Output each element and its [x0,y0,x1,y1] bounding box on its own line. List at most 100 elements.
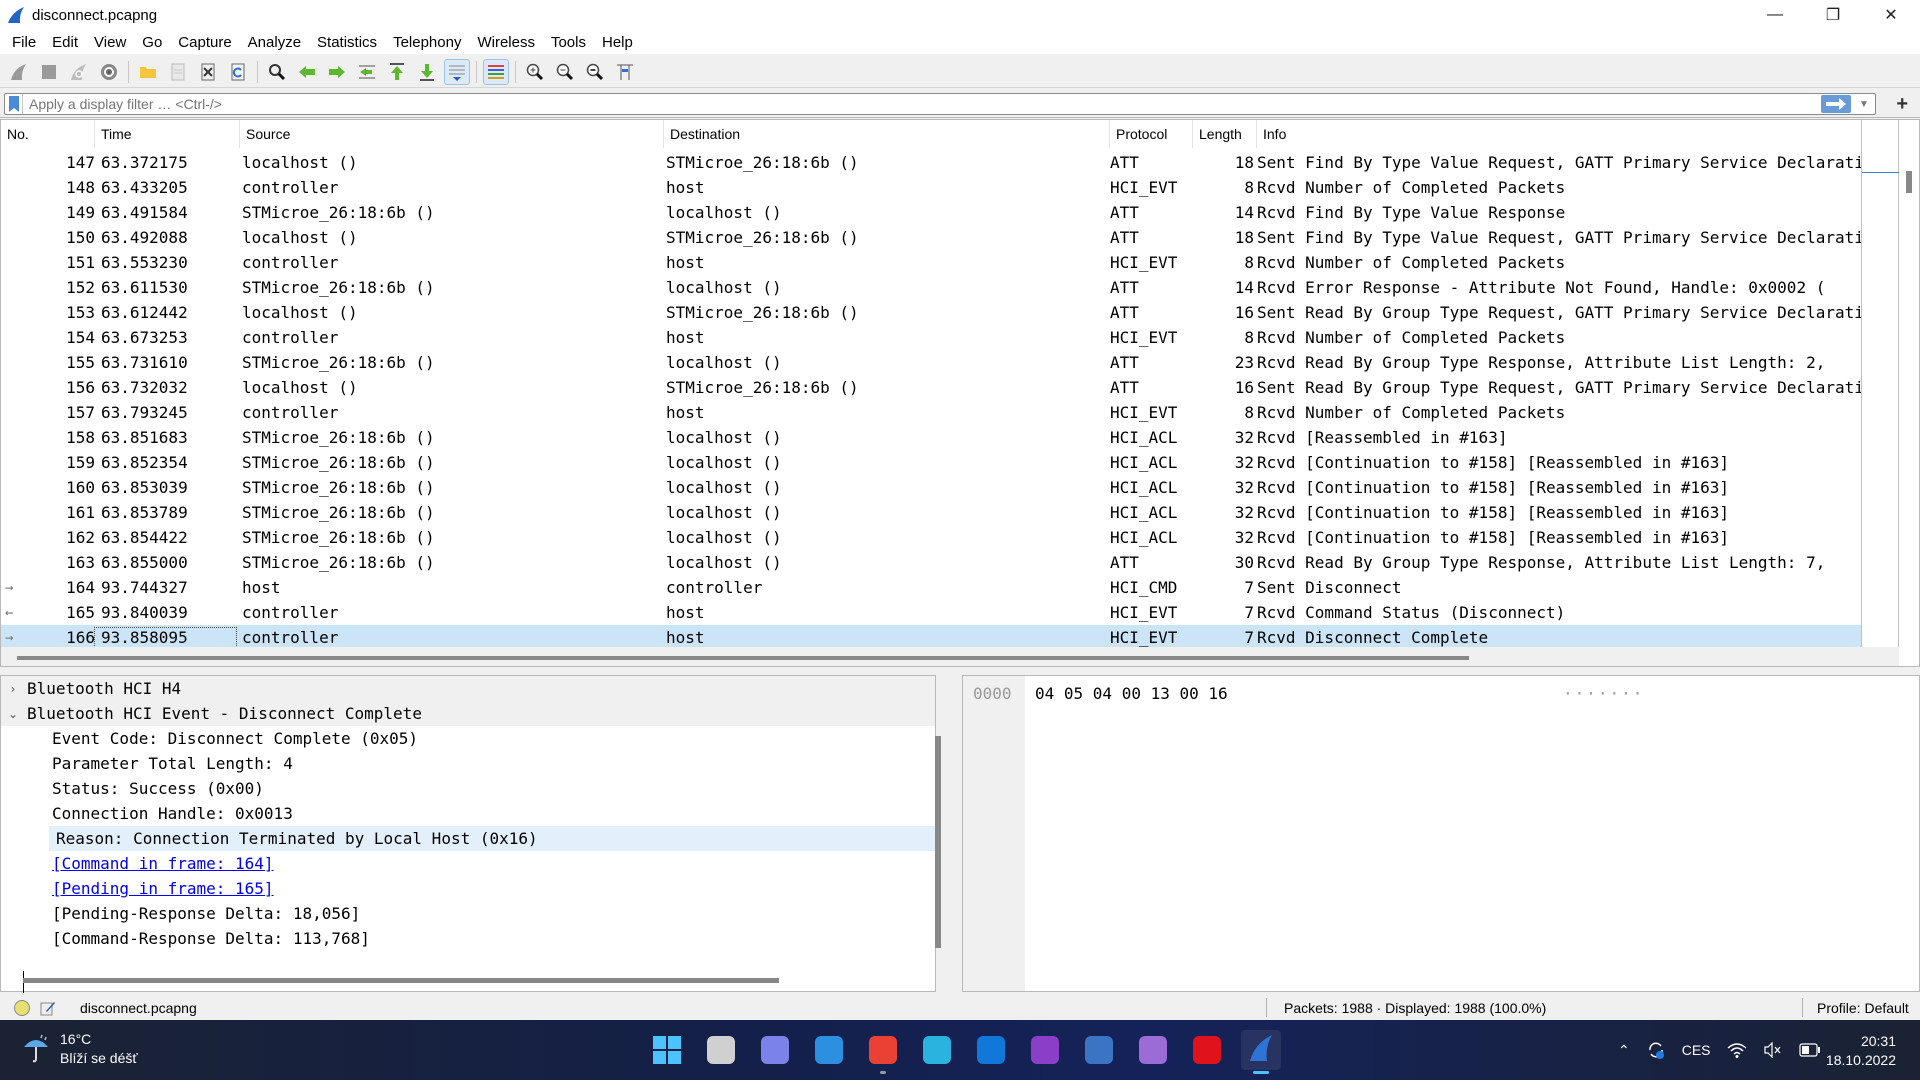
close-file-button[interactable] [195,59,221,85]
menu-wireless[interactable]: Wireless [469,34,543,51]
minimize-button[interactable]: — [1746,0,1804,30]
column-header-length[interactable]: Length [1193,120,1257,148]
go-first-packet-button[interactable] [384,59,410,85]
maximize-button[interactable]: ❐ [1804,0,1862,30]
weather-widget[interactable]: 16°C Blíží se déšť [22,1030,138,1068]
details-horizontal-scrollbar[interactable] [23,978,779,983]
tree-item-parameter-total-length[interactable]: Parameter Total Length: 4 [1,751,935,776]
zoom-in-button[interactable] [522,59,548,85]
packet-row[interactable]: 147 63.372175 localhost () STMicroe_26:18:6… [1,150,1861,175]
remote-desktop-taskbar-button[interactable] [917,1030,957,1070]
chrome-taskbar-button[interactable] [863,1030,903,1074]
packet-row[interactable]: 153 63.612442 localhost () STMicroe_26:18:6… [1,300,1861,325]
tree-item-status[interactable]: Status: Success (0x00) [1,776,935,801]
packet-minimap[interactable] [1861,120,1900,647]
packet-row[interactable]: 160 63.853039 STMicroe_26:18:6b () localhos… [1,475,1861,500]
scrollbar-thumb[interactable] [17,656,1469,660]
start-taskbar-button[interactable] [647,1030,687,1070]
reload-file-button[interactable] [225,59,251,85]
tree-item-connection-handle[interactable]: Connection Handle: 0x0013 [1,801,935,826]
open-file-button[interactable] [135,59,161,85]
display-filter-input[interactable] [23,96,1821,112]
column-header-source[interactable]: Source [240,120,664,148]
packet-row[interactable]: 157 63.793245 controller host HCI_EVT 8 Rcvd N… [1,400,1861,425]
tree-item-bluetooth-hci-event[interactable]: ⌄ Bluetooth HCI Event - Disconnect Compl… [1,701,935,726]
restart-capture-button[interactable] [66,59,92,85]
column-header-info[interactable]: Info [1257,120,1861,148]
menu-help[interactable]: Help [594,34,641,51]
volume-button[interactable] [1763,1042,1783,1058]
chevron-down-icon[interactable]: ⌄ [5,707,21,721]
capture-options-button[interactable] [96,59,122,85]
go-to-packet-button[interactable] [354,59,380,85]
onenote-taskbar-button[interactable] [1025,1030,1065,1070]
normal-size-button[interactable] [582,59,608,85]
wifi-button[interactable] [1727,1042,1747,1058]
tree-item-pending-in-frame[interactable]: [Pending in frame: 165] [1,876,935,901]
packet-row[interactable]: ← 165 93.840039 controller host HCI_EVT 7 Rcvd … [1,600,1861,625]
apply-filter-button[interactable] [1821,95,1851,113]
battery-button[interactable] [1798,1043,1821,1057]
packet-row[interactable]: 163 63.855000 STMicroe_26:18:6b () localhos… [1,550,1861,575]
task-view-taskbar-button[interactable] [701,1030,741,1070]
packet-row[interactable]: 155 63.731610 STMicroe_26:18:6b () localhos… [1,350,1861,375]
packet-row[interactable]: 156 63.732032 localhost () STMicroe_26:18:6… [1,375,1861,400]
menu-edit[interactable]: Edit [44,34,86,51]
pending-frame-link[interactable]: [Pending in frame: 165] [52,879,274,898]
menu-view[interactable]: View [86,34,134,51]
go-last-packet-button[interactable] [414,59,440,85]
resize-columns-button[interactable] [612,59,638,85]
close-button[interactable]: ✕ [1862,0,1920,30]
expert-info-indicator[interactable] [14,999,30,1016]
colorize-button[interactable] [483,58,509,85]
packet-row[interactable]: 161 63.853789 STMicroe_26:18:6b () localhos… [1,500,1861,525]
find-packet-button[interactable] [264,59,290,85]
status-profile[interactable]: Profile: Default [1817,1000,1909,1016]
packet-row[interactable]: 159 63.852354 STMicroe_26:18:6b () localhos… [1,450,1861,475]
packet-row[interactable]: 149 63.491584 STMicroe_26:18:6b () localhos… [1,200,1861,225]
packet-row[interactable]: 148 63.433205 controller host HCI_EVT 8 Rcvd N… [1,175,1861,200]
capture-comment-icon[interactable] [40,1000,56,1016]
opera-taskbar-button[interactable] [1187,1030,1227,1070]
zoom-out-button[interactable] [552,59,578,85]
command-frame-link[interactable]: [Command in frame: 164] [52,854,274,873]
packet-row[interactable]: 151 63.553230 controller host HCI_EVT 8 Rcvd N… [1,250,1861,275]
filter-history-dropdown[interactable]: ▼ [1857,99,1871,110]
column-header-time[interactable]: Time [95,120,240,148]
teams-chat-taskbar-button[interactable] [755,1030,795,1070]
packet-row[interactable]: 158 63.851683 STMicroe_26:18:6b () localhos… [1,425,1861,450]
go-back-button[interactable] [294,59,320,85]
powershell-taskbar-button[interactable] [1079,1030,1119,1070]
tree-item-command-response-delta[interactable]: [Command-Response Delta: 113,768] [1,926,935,951]
start-capture-button[interactable] [6,59,32,85]
menu-telephony[interactable]: Telephony [385,34,469,51]
packet-row[interactable]: 150 63.492088 localhost () STMicroe_26:18:6… [1,225,1861,250]
menu-analyze[interactable]: Analyze [240,34,309,51]
tree-item-pending-response-delta[interactable]: [Pending-Response Delta: 18,056] [1,901,935,926]
column-header-no[interactable]: No. [1,120,95,148]
details-vertical-scrollbar[interactable] [935,736,941,948]
chevron-right-icon[interactable]: › [5,682,21,696]
stop-capture-button[interactable] [36,59,62,85]
column-header-destination[interactable]: Destination [664,120,1110,148]
menu-tools[interactable]: Tools [543,34,594,51]
outlook-taskbar-button[interactable] [971,1030,1011,1070]
auto-scroll-button[interactable] [444,58,470,85]
bytes-hex[interactable]: 04 05 04 00 13 00 16 [1035,684,1228,703]
wireshark-taskbar-button[interactable] [1241,1030,1281,1074]
tree-item-command-in-frame[interactable]: [Command in frame: 164] [1,851,935,876]
tree-item-reason[interactable]: Reason: Connection Terminated by Local H… [49,826,935,851]
menu-file[interactable]: File [4,34,44,51]
add-filter-button-button[interactable]: + [1896,93,1908,116]
sync-tray-button[interactable] [1646,1040,1666,1060]
packet-row[interactable]: 154 63.673253 controller host HCI_EVT 8 Rcvd N… [1,325,1861,350]
show-hidden-icons-button[interactable]: ⌃ [1618,1042,1630,1059]
menu-go[interactable]: Go [134,34,170,51]
tree-item-bluetooth-hci-h4[interactable]: › Bluetooth HCI H4 [1,676,935,701]
bytes-ascii[interactable]: ······· [1563,684,1644,703]
save-file-button[interactable] [165,59,191,85]
input-language[interactable]: CES [1682,1042,1711,1058]
scrollbar-thumb[interactable] [1906,171,1912,193]
visual-studio-taskbar-button[interactable] [1133,1030,1173,1070]
filter-bookmark-button[interactable] [5,94,23,114]
